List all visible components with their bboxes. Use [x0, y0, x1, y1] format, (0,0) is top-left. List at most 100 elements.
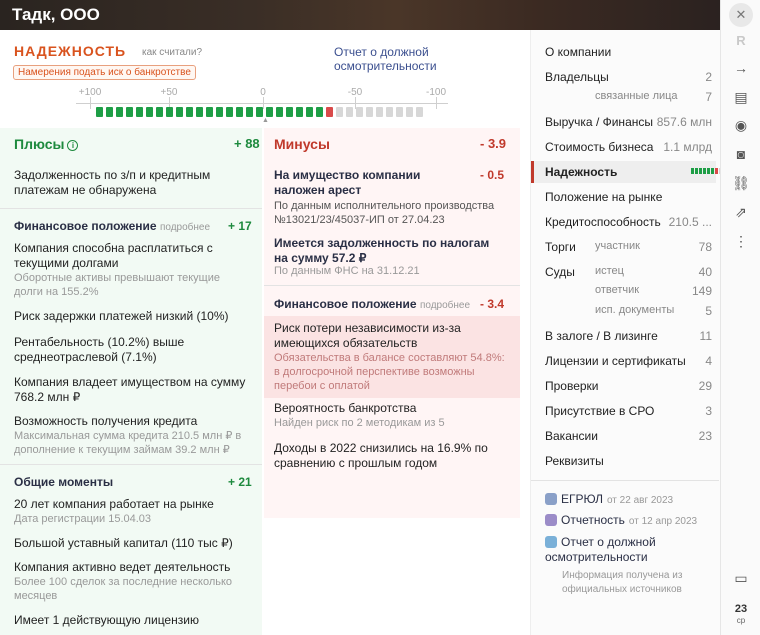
menu-item-tenders[interactable]: Торги — [545, 240, 576, 254]
scale-segment — [416, 107, 423, 117]
external-link-icon[interactable]: ⇗ — [729, 201, 753, 223]
plus-item: Задолженность по з/п и кредитным платежа… — [14, 168, 211, 197]
scale-segment — [186, 107, 193, 117]
arrow-right-icon[interactable]: → — [729, 57, 753, 79]
menu-item-requisites[interactable]: Реквизиты — [545, 454, 604, 468]
plus-item: Компания владеет имуществом на сумму 768… — [14, 375, 246, 404]
scale-segment — [386, 107, 393, 117]
menu-item-vacancies[interactable]: Вакансии — [545, 429, 598, 443]
menu-item-licenses[interactable]: Лицензии и сертификаты — [545, 354, 686, 368]
more-vertical-icon[interactable]: ⋮ — [729, 230, 753, 252]
minus-total: - 3.9 — [480, 136, 507, 151]
minus-column: Минусы - 3.9 На имущество компании налож… — [264, 128, 520, 518]
minus-item: Вероятность банкротства Найден риск по 2 … — [274, 401, 445, 429]
scale-segment — [356, 107, 363, 117]
mini-bar-segment — [711, 168, 714, 174]
scale-segment — [396, 107, 403, 117]
menu-item-related[interactable]: связанные лица — [595, 90, 678, 102]
menu-item-business-value[interactable]: Стоимость бизнеса — [545, 140, 653, 154]
info-icon[interactable]: i — [67, 140, 79, 151]
minus-section-score: - 3.4 — [480, 297, 505, 311]
more-link[interactable]: подробнее — [420, 300, 470, 311]
menu-count: 23 — [698, 429, 712, 443]
egrul-link[interactable]: ЕГРЮЛ от 22 авг 2023 — [545, 492, 673, 506]
menu-count: 78 — [698, 240, 712, 254]
scale-segment — [346, 107, 353, 117]
menu-count: 2 — [705, 70, 712, 84]
day-indicator[interactable]: 23 ср — [729, 604, 753, 626]
mini-bar-segment — [691, 168, 694, 174]
scale-segment — [146, 107, 153, 117]
scale-segment — [336, 107, 343, 117]
scale-segment — [376, 107, 383, 117]
reports-link[interactable]: Отчетность от 12 апр 2023 — [545, 513, 697, 527]
scale-segment — [296, 107, 303, 117]
eye-icon[interactable]: ◉ — [729, 114, 753, 136]
scale-segment — [206, 107, 213, 117]
bankruptcy-intent-badge: Намерения подать иск о банкротстве — [13, 65, 196, 80]
print-icon[interactable]: ▤ — [729, 86, 753, 108]
menu-item-credit[interactable]: Кредитоспособность — [545, 215, 661, 229]
mini-bar-segment — [699, 168, 702, 174]
how-calculated-link[interactable]: как считали? — [142, 47, 202, 58]
scale-segment — [216, 107, 223, 117]
close-icon[interactable]: ✕ — [729, 3, 753, 27]
plus-section-score: + 21 — [228, 475, 252, 489]
source-note: Информация получена из официальных источ… — [562, 570, 683, 595]
scale-label: +100 — [78, 87, 102, 98]
scale-segment — [266, 107, 273, 117]
scale-segment — [256, 107, 263, 117]
menu-sub-plaintiff[interactable]: истец — [595, 265, 624, 277]
due-diligence-link[interactable]: Отчет о должной осмотрительности — [334, 45, 530, 73]
menu-item-reliability[interactable]: Надежность — [545, 165, 617, 179]
menu-item-market[interactable]: Положение на рынке — [545, 190, 662, 204]
scale-segment — [246, 107, 253, 117]
plus-item: Имеет 1 действующую лицензию — [14, 613, 199, 627]
section-title: НАДЕЖНОСТЬ — [14, 43, 127, 59]
plus-item: Рентабельность (10.2%) выше среднеотрасл… — [14, 335, 185, 364]
company-name: Тадк, ООО — [12, 5, 100, 24]
due-diligence-report-link[interactable]: Отчет о должной осмотрительности — [545, 535, 705, 565]
menu-sub-participant[interactable]: участник — [595, 240, 640, 252]
tools-sidebar: ✕ R → ▤ ◉ ◙ ⛓ ⇗ ⋮ ▭ 23 ср — [720, 0, 760, 635]
scale-label: 0 — [260, 87, 266, 98]
menu-sub-enforcement[interactable]: исп. документы — [595, 304, 674, 316]
menu-item-pledge[interactable]: В залоге / В лизинге — [545, 329, 658, 343]
plus-item: Компания активно ведет деятельность Более… — [14, 560, 233, 602]
link-icon[interactable]: ⛓ — [729, 172, 753, 194]
egrul-icon — [545, 493, 557, 505]
scale-label: -100 — [425, 87, 447, 98]
minus-item-note: По данным ФНС на 31.12.21 — [274, 265, 420, 277]
menu-count: 29 — [698, 379, 712, 393]
more-link[interactable]: подробнее — [160, 222, 210, 233]
menu-item-inspections[interactable]: Проверки — [545, 379, 599, 393]
scale-label: +50 — [160, 87, 178, 98]
minus-item-score: - 0.5 — [480, 168, 505, 182]
scale-segment — [276, 107, 283, 117]
scale-segment — [316, 107, 323, 117]
note-icon[interactable]: ▭ — [729, 567, 753, 589]
menu-sub-defendant[interactable]: ответчик — [595, 284, 639, 296]
scale-segment — [136, 107, 143, 117]
document-search-icon — [545, 536, 557, 548]
bookmark-icon[interactable]: ◙ — [729, 143, 753, 165]
scale-segment — [166, 107, 173, 117]
menu-item-finance[interactable]: Выручка / Финансы — [545, 115, 653, 129]
plus-item: Большой уставный капитал (110 тыс ₽) — [14, 536, 233, 550]
minus-item: Доходы в 2022 снизились на 16.9% по срав… — [274, 441, 488, 470]
plus-section-title: Общие моменты — [14, 475, 114, 489]
plus-title: Плюсы i — [14, 136, 79, 152]
menu-item-courts[interactable]: Суды — [545, 265, 575, 279]
scale-segment — [286, 107, 293, 117]
r-icon[interactable]: R — [729, 30, 753, 52]
menu-item-sro[interactable]: Присутствие в СРО — [545, 404, 654, 418]
menu-count: 5 — [705, 304, 712, 318]
menu-item-owners[interactable]: Владельцы — [545, 70, 609, 84]
mini-bar-segment — [695, 168, 698, 174]
scale-marker-icon: ▲ — [262, 117, 269, 124]
menu-item-about[interactable]: О компании — [545, 45, 611, 59]
scale-segment — [226, 107, 233, 117]
scale-label: -50 — [347, 87, 363, 98]
plus-item: Риск задержки платежей низкий (10%) — [14, 309, 229, 323]
section-menu: О компании Владельцы 2 связанные лица 7 … — [530, 30, 722, 635]
